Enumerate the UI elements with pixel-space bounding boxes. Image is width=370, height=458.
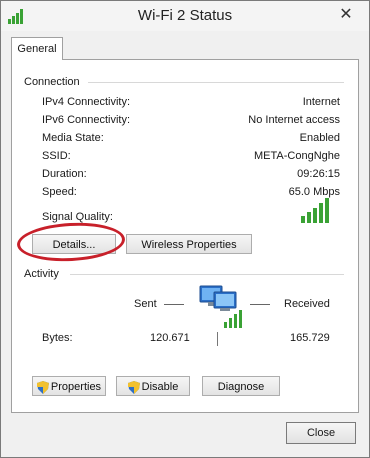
duration-label: Duration: xyxy=(42,168,87,180)
disable-label: Disable xyxy=(141,381,179,393)
signal-bar-5 xyxy=(325,198,329,223)
diagnose-button[interactable]: Diagnose xyxy=(202,376,280,396)
signal-strength-icon xyxy=(301,198,329,223)
wireless-properties-button[interactable]: Wireless Properties xyxy=(126,234,252,254)
ipv4-label: IPv4 Connectivity: xyxy=(42,96,131,108)
bytes-received-value: 165.729 xyxy=(290,332,330,344)
duration-value: 09:26:15 xyxy=(297,168,340,180)
signal-quality-label: Signal Quality: xyxy=(42,211,113,223)
received-line xyxy=(250,304,270,305)
signal-bar-2 xyxy=(307,212,311,223)
signal-bar-4 xyxy=(319,203,323,223)
disable-button[interactable]: Disable xyxy=(116,376,190,396)
close-icon[interactable]: ✕ xyxy=(334,4,358,26)
sent-line xyxy=(164,304,184,305)
signal-bar-1 xyxy=(301,216,305,223)
sent-label: Sent xyxy=(134,298,157,310)
close-button[interactable]: Close xyxy=(286,422,356,444)
ssid-value: META-CongNghe xyxy=(254,150,340,162)
speed-value: 65.0 Mbps xyxy=(288,186,340,198)
properties-label: Properties xyxy=(50,381,102,393)
activity-divider-tick xyxy=(217,332,218,346)
tab-general[interactable]: General xyxy=(11,37,63,60)
connection-group-title: Connection xyxy=(24,76,84,88)
ipv6-label: IPv6 Connectivity: xyxy=(42,114,131,126)
uac-shield-icon xyxy=(127,380,140,394)
bytes-label: Bytes: xyxy=(42,332,73,344)
activity-divider xyxy=(70,274,344,275)
received-label: Received xyxy=(284,298,330,310)
signal-bar-3 xyxy=(313,208,317,223)
general-panel: Connection IPv4 Connectivity: Internet I… xyxy=(11,59,359,413)
media-state-label: Media State: xyxy=(42,132,104,144)
connection-divider xyxy=(88,82,344,83)
ipv6-value: No Internet access xyxy=(248,114,340,126)
network-computers-icon xyxy=(199,285,242,328)
details-button[interactable]: Details... xyxy=(32,234,116,254)
ssid-label: SSID: xyxy=(42,150,71,162)
activity-group-title: Activity xyxy=(24,268,63,280)
bytes-sent-value: 120.671 xyxy=(150,332,190,344)
uac-shield-icon xyxy=(36,380,49,394)
ipv4-value: Internet xyxy=(302,96,340,108)
window-title: Wi-Fi 2 Status xyxy=(137,7,233,24)
wifi-status-window: Wi-Fi 2 Status ✕ General Connection IPv4… xyxy=(0,0,370,458)
properties-button[interactable]: Properties xyxy=(32,376,106,396)
title-bar[interactable]: Wi-Fi 2 Status ✕ xyxy=(1,1,369,31)
media-state-value: Enabled xyxy=(299,132,340,144)
speed-label: Speed: xyxy=(42,186,77,198)
